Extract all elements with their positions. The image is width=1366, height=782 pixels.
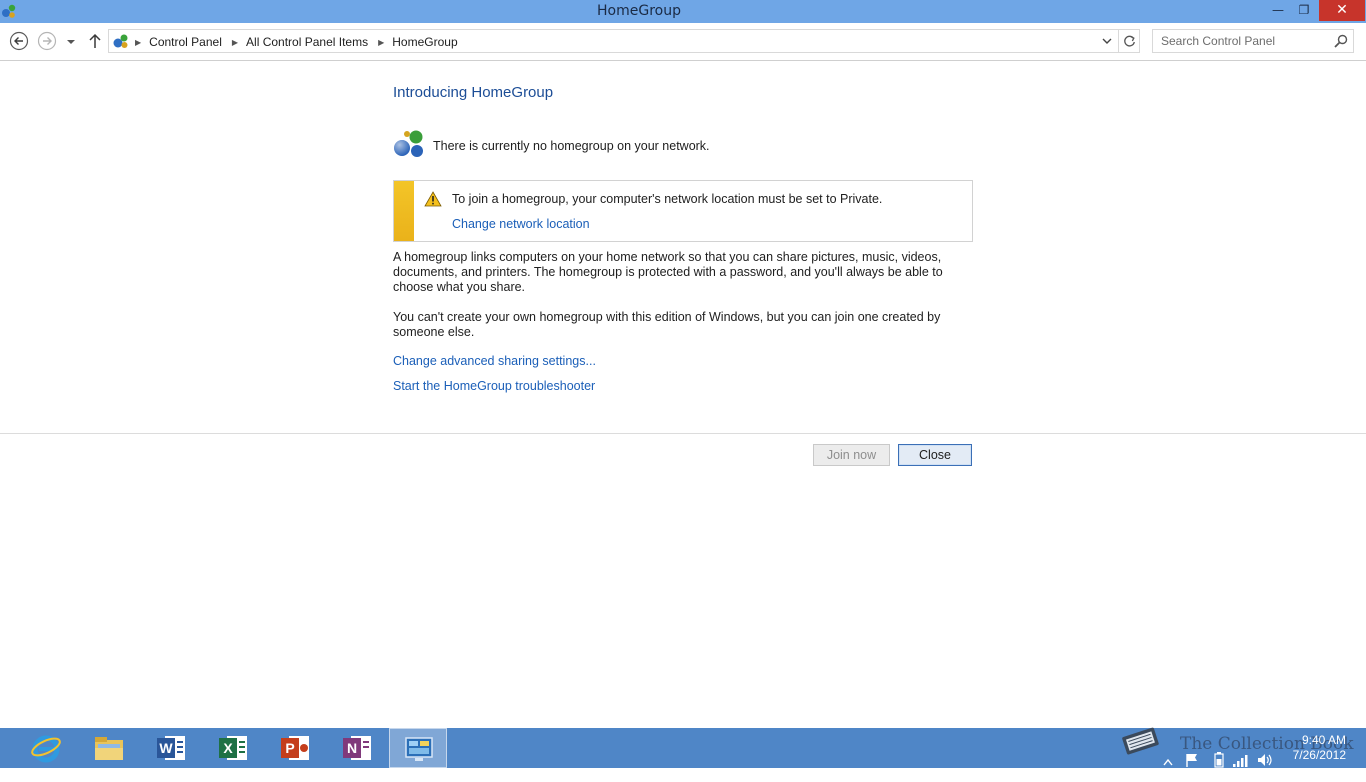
svg-text:W: W bbox=[159, 740, 173, 756]
word-icon: W bbox=[157, 736, 185, 760]
minimize-button[interactable]: — bbox=[1265, 0, 1291, 21]
clock-time: 9:40 AM bbox=[1301, 733, 1346, 747]
excel-icon: X bbox=[219, 736, 247, 760]
touch-keyboard-icon[interactable] bbox=[1116, 720, 1166, 760]
network-location-warning: To join a homegroup, your computer's net… bbox=[393, 180, 973, 242]
back-arrow-icon[interactable] bbox=[9, 31, 29, 51]
battery-icon[interactable] bbox=[1212, 740, 1226, 780]
advanced-sharing-settings-link[interactable]: Change advanced sharing settings... bbox=[393, 354, 596, 368]
internet-explorer-icon bbox=[31, 735, 61, 763]
breadcrumb-separator-icon[interactable]: ▶ bbox=[232, 38, 238, 47]
action-center-flag-icon[interactable] bbox=[1184, 740, 1200, 780]
footer-divider bbox=[0, 433, 1366, 434]
warning-icon bbox=[424, 191, 442, 207]
taskbar-control-panel[interactable] bbox=[389, 728, 447, 768]
network-signal-icon[interactable] bbox=[1232, 740, 1250, 780]
search-input[interactable] bbox=[1153, 30, 1331, 52]
control-panel-location-icon bbox=[113, 34, 128, 48]
file-explorer-icon bbox=[95, 737, 123, 760]
address-bar[interactable]: ▶ Control Panel ▶ All Control Panel Item… bbox=[108, 29, 1140, 53]
svg-text:N: N bbox=[347, 740, 357, 756]
taskbar-internet-explorer[interactable] bbox=[17, 728, 73, 768]
svg-text:P: P bbox=[285, 740, 294, 756]
volume-icon[interactable] bbox=[1256, 740, 1274, 780]
address-dropdown-icon[interactable] bbox=[1097, 30, 1117, 52]
system-clock[interactable]: 9:40 AM 7/26/2012 bbox=[1286, 733, 1346, 763]
navigation-bar: ▶ Control Panel ▶ All Control Panel Item… bbox=[0, 23, 1366, 61]
forward-arrow-icon[interactable] bbox=[37, 31, 57, 51]
edition-notice: You can't create your own homegroup with… bbox=[393, 310, 941, 339]
homegroup-status: There is currently no homegroup on your … bbox=[393, 128, 913, 160]
breadcrumb-homegroup[interactable]: HomeGroup bbox=[392, 35, 457, 49]
title-bar: HomeGroup — ❐ ✕ bbox=[0, 0, 1366, 23]
window-title: HomeGroup bbox=[597, 3, 681, 19]
breadcrumb-all-items[interactable]: All Control Panel Items bbox=[246, 35, 368, 49]
change-network-location-link[interactable]: Change network location bbox=[452, 217, 590, 231]
breadcrumb-control-panel[interactable]: Control Panel bbox=[149, 35, 222, 49]
homegroup-icon bbox=[394, 130, 423, 157]
homegroup-troubleshooter-link[interactable]: Start the HomeGroup troubleshooter bbox=[393, 379, 595, 393]
up-arrow-icon[interactable] bbox=[86, 32, 104, 50]
show-hidden-icons-icon[interactable] bbox=[1162, 742, 1174, 782]
taskbar-excel[interactable]: X bbox=[204, 728, 260, 768]
breadcrumb-separator-icon[interactable]: ▶ bbox=[135, 38, 141, 47]
taskbar: W X P N The Collection Book 9:40 AM 7/26… bbox=[0, 727, 1366, 768]
breadcrumb: ▶ Control Panel ▶ All Control Panel Item… bbox=[133, 33, 458, 51]
taskbar-powerpoint[interactable]: P bbox=[266, 728, 322, 768]
homegroup-status-text: There is currently no homegroup on your … bbox=[433, 139, 710, 153]
powerpoint-icon: P bbox=[281, 736, 309, 760]
search-box[interactable] bbox=[1152, 29, 1354, 53]
clock-date: 7/26/2012 bbox=[1292, 748, 1346, 762]
recent-locations-chevron-icon[interactable] bbox=[64, 33, 78, 49]
warning-accent-bar bbox=[394, 181, 414, 241]
svg-text:X: X bbox=[223, 740, 233, 756]
homegroup-description: A homegroup links computers on your home… bbox=[393, 250, 943, 294]
taskbar-word[interactable]: W bbox=[142, 728, 198, 768]
search-icon[interactable] bbox=[1333, 33, 1349, 49]
warning-text: To join a homegroup, your computer's net… bbox=[452, 192, 883, 206]
refresh-icon[interactable] bbox=[1118, 30, 1140, 52]
maximize-button[interactable]: ❐ bbox=[1291, 0, 1317, 21]
taskbar-onenote[interactable]: N bbox=[328, 728, 384, 768]
page-title: Introducing HomeGroup bbox=[393, 84, 554, 101]
close-button[interactable]: Close bbox=[898, 444, 972, 466]
join-now-button[interactable]: Join now bbox=[813, 444, 890, 466]
breadcrumb-separator-icon[interactable]: ▶ bbox=[378, 38, 384, 47]
close-window-button[interactable]: ✕ bbox=[1319, 0, 1365, 21]
taskbar-file-explorer[interactable] bbox=[80, 728, 136, 768]
control-panel-icon bbox=[405, 737, 433, 761]
onenote-icon: N bbox=[343, 736, 371, 760]
